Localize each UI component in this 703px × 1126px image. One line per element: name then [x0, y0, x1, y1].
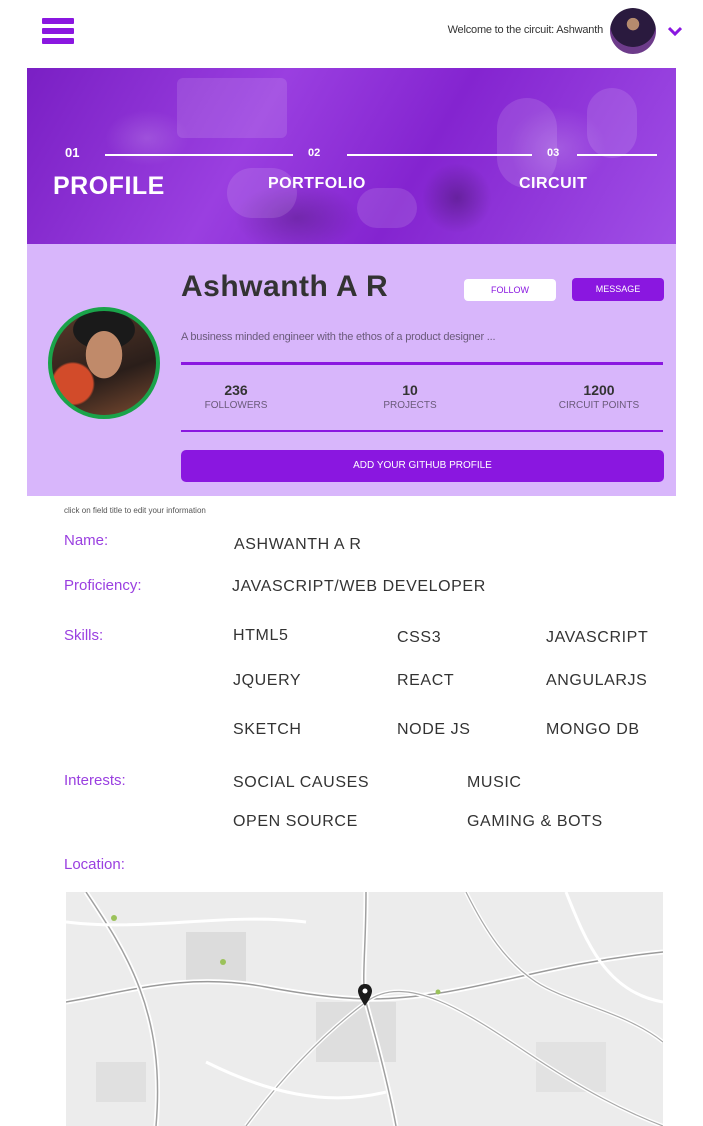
stat-value: 1200 [583, 382, 615, 398]
location-map[interactable] [66, 892, 663, 1126]
divider [181, 362, 663, 365]
user-avatar[interactable] [610, 8, 656, 54]
skill-tag: HTML5 [233, 627, 289, 644]
follow-button[interactable]: FOLLOW [464, 279, 556, 301]
interest-tag: GAMING & BOTS [467, 813, 603, 830]
interest-tag: SOCIAL CAUSES [233, 774, 370, 791]
map-roads [66, 892, 663, 1126]
top-bar: Welcome to the circuit: Ashwanth [0, 0, 703, 66]
interest-tag: OPEN SOURCE [233, 813, 358, 830]
chevron-down-icon[interactable] [668, 26, 682, 36]
profile-avatar[interactable] [48, 307, 160, 419]
name-value: ASHWANTH A R [234, 536, 362, 553]
skill-tag: MONGO DB [546, 721, 640, 738]
map-pin-icon[interactable] [358, 984, 372, 1006]
stat-label: PROJECTS [383, 400, 437, 411]
skill-tag: ANGULARJS [546, 672, 648, 689]
step-1-number: 01 [65, 145, 80, 160]
step-circuit[interactable]: CIRCUIT [519, 175, 587, 193]
menu-icon[interactable] [42, 18, 74, 44]
proficiency-value: JAVASCRIPT/WEB DEVELOPER [232, 578, 486, 595]
skill-tag: SKETCH [233, 721, 302, 738]
skill-tag: REACT [397, 672, 455, 689]
stat-projects: 10 PROJECTS [355, 382, 465, 411]
name-label[interactable]: Name: [64, 532, 108, 549]
add-github-button[interactable]: ADD YOUR GITHUB PROFILE [181, 450, 664, 482]
hero-banner: 01 PROFILE 02 PORTFOLIO 03 CIRCUIT [27, 68, 676, 244]
step-portfolio[interactable]: PORTFOLIO [268, 175, 366, 193]
step-connector [105, 154, 293, 156]
step-connector [577, 154, 657, 156]
stat-label: FOLLOWERS [204, 400, 268, 411]
step-connector [347, 154, 532, 156]
skill-tag: CSS3 [397, 629, 442, 646]
interests-label[interactable]: Interests: [64, 772, 126, 789]
profile-name: Ashwanth A R [181, 270, 389, 303]
skill-tag: JQUERY [233, 672, 302, 689]
welcome-text: Welcome to the circuit: Ashwanth [447, 24, 604, 36]
skill-tag: NODE JS [397, 721, 471, 738]
skill-tag: JAVASCRIPT [546, 629, 649, 646]
location-label[interactable]: Location: [64, 856, 125, 873]
profile-bio: A business minded engineer with the etho… [181, 331, 496, 343]
edit-hint: click on field title to edit your inform… [64, 506, 206, 515]
stat-followers: 236 FOLLOWERS [181, 382, 291, 411]
step-profile[interactable]: PROFILE [53, 172, 165, 201]
stat-label: CIRCUIT POINTS [558, 400, 640, 411]
message-button[interactable]: MESSAGE [572, 278, 664, 301]
step-2-number: 02 [308, 147, 321, 159]
step-3-number: 03 [547, 147, 560, 159]
divider [181, 430, 663, 432]
stat-circuit-points: 1200 CIRCUIT POINTS [534, 382, 664, 411]
proficiency-label[interactable]: Proficiency: [64, 577, 142, 594]
interest-tag: MUSIC [467, 774, 522, 791]
stat-value: 10 [402, 382, 418, 398]
skills-label[interactable]: Skills: [64, 627, 103, 644]
stat-value: 236 [224, 382, 248, 398]
